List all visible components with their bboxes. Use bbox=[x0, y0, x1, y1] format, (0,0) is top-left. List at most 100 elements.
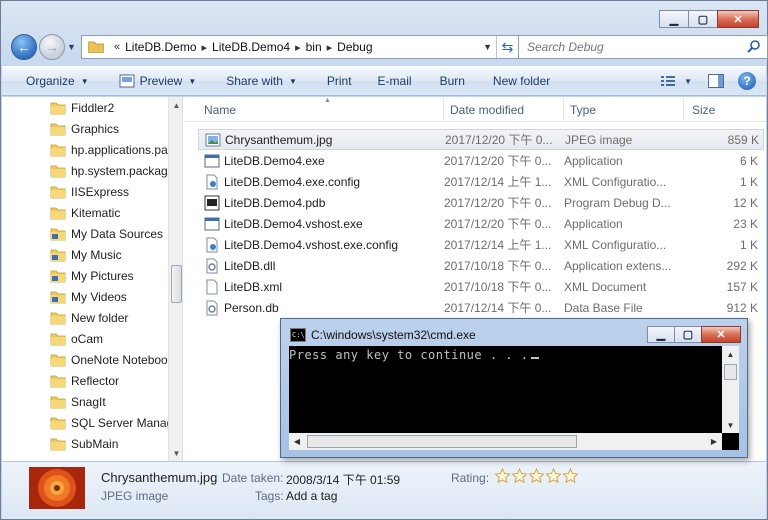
date-taken-value[interactable]: 2008/3/14 下午 01:59 bbox=[286, 471, 400, 488]
maximize-button[interactable]: ▢ bbox=[688, 10, 718, 28]
nav-item[interactable]: Fiddler2 bbox=[2, 97, 168, 118]
breadcrumb-separator-icon[interactable]: ▸ bbox=[290, 41, 306, 54]
breadcrumb-separator-icon[interactable]: ▸ bbox=[322, 41, 338, 54]
star-icon[interactable] bbox=[545, 468, 562, 484]
file-name-cell: LiteDB.Demo4.vshost.exe.config bbox=[198, 237, 444, 253]
print-button[interactable]: Print bbox=[307, 66, 362, 96]
refresh-icon: ⇆ bbox=[501, 38, 514, 55]
file-name: LiteDB.Demo4.vshost.exe.config bbox=[224, 237, 399, 252]
nav-item[interactable]: Graphics bbox=[2, 118, 168, 139]
file-row[interactable]: Chrysanthemum.jpg 2017/12/20 下午 0... JPEG … bbox=[198, 129, 764, 150]
file-size-cell: 1 K bbox=[739, 174, 758, 189]
nav-item[interactable]: My Data Sources bbox=[2, 223, 168, 244]
search-box[interactable] bbox=[518, 35, 768, 59]
scroll-down-icon[interactable]: ▼ bbox=[722, 417, 739, 433]
address-bar[interactable]: « LiteDB.Demo ▸ LiteDB.Demo4 ▸ bin ▸ Deb… bbox=[81, 35, 519, 59]
star-icon[interactable] bbox=[528, 468, 545, 484]
file-row[interactable]: LiteDB.Demo4.vshost.exe 2017/12/20 下午 0..… bbox=[198, 213, 764, 234]
nav-item[interactable]: Kitematic bbox=[2, 202, 168, 223]
nav-item[interactable]: New folder bbox=[2, 307, 168, 328]
scroll-up-icon[interactable]: ▲ bbox=[169, 97, 182, 113]
file-size-cell: 157 K bbox=[726, 279, 758, 294]
column-header-type[interactable]: Type bbox=[564, 97, 684, 122]
star-icon[interactable] bbox=[511, 468, 528, 484]
column-header-name[interactable]: Name ▲ bbox=[184, 97, 444, 122]
file-date-cell: 2017/12/14 下午 0... bbox=[444, 301, 552, 315]
forward-button[interactable]: → bbox=[39, 34, 65, 60]
email-button[interactable]: E-mail bbox=[362, 66, 422, 96]
nav-item-label: oCam bbox=[71, 331, 104, 346]
file-row[interactable]: LiteDB.Demo4.pdb 2017/12/20 下午 0... Progra… bbox=[198, 192, 764, 213]
breadcrumb-separator-icon[interactable]: ▸ bbox=[197, 41, 213, 54]
scroll-thumb[interactable] bbox=[171, 265, 182, 303]
file-row[interactable]: LiteDB.Demo4.vshost.exe.config 2017/12/14… bbox=[198, 234, 764, 255]
address-row: ← → ▼ « LiteDB.Demo ▸ LiteDB.Demo4 ▸ bin… bbox=[9, 34, 768, 60]
nav-item[interactable]: hp.applications.pa bbox=[2, 139, 168, 160]
file-type-cell: Application bbox=[564, 216, 623, 231]
preview-pane-icon[interactable] bbox=[708, 74, 724, 88]
nav-item[interactable]: Reflector bbox=[2, 370, 168, 391]
scroll-down-icon[interactable]: ▼ bbox=[169, 445, 182, 461]
file-row[interactable]: LiteDB.xml 2017/10/18 下午 0... XML Document… bbox=[198, 276, 764, 297]
scroll-thumb[interactable] bbox=[724, 364, 737, 380]
file-row[interactable]: LiteDB.Demo4.exe.config 2017/12/14 上午 1..… bbox=[198, 171, 764, 192]
column-header-date[interactable]: Date modified bbox=[444, 97, 564, 122]
console-output: Press any key to continue . . . bbox=[289, 348, 540, 362]
scroll-right-icon[interactable]: ▶ bbox=[706, 433, 722, 450]
star-icon[interactable] bbox=[494, 468, 511, 484]
share-with-button[interactable]: Share with ▼ bbox=[206, 66, 307, 96]
breadcrumb-overflow[interactable]: « bbox=[109, 41, 125, 53]
nav-item[interactable]: My Pictures bbox=[2, 265, 168, 286]
nav-item[interactable]: IISExpress bbox=[2, 181, 168, 202]
breadcrumb-item[interactable]: Debug bbox=[337, 40, 372, 54]
column-header-size[interactable]: Size bbox=[684, 97, 766, 122]
console-area[interactable]: Press any key to continue . . . ▲ ▼ ◀ ▶ bbox=[289, 346, 739, 450]
new-folder-button[interactable]: New folder bbox=[475, 66, 560, 96]
file-rows: Chrysanthemum.jpg 2017/12/20 下午 0... JPEG … bbox=[198, 129, 764, 318]
cmd-minimize-button[interactable]: ▁ bbox=[647, 326, 675, 343]
organize-button[interactable]: Organize ▼ bbox=[2, 66, 99, 96]
nav-item[interactable]: SnagIt bbox=[2, 391, 168, 412]
cmd-maximize-button[interactable]: ▢ bbox=[674, 326, 702, 343]
nav-item[interactable]: OneNote Noteboo bbox=[2, 349, 168, 370]
nav-item[interactable]: oCam bbox=[2, 328, 168, 349]
scroll-thumb[interactable] bbox=[307, 435, 577, 448]
nav-item[interactable]: My Music bbox=[2, 244, 168, 265]
nav-item[interactable]: SQL Server Manag bbox=[2, 412, 168, 433]
view-dropdown-arrow-icon[interactable]: ▼ bbox=[684, 77, 692, 86]
recent-pages-dropdown[interactable]: ▼ bbox=[67, 42, 76, 52]
nav-scrollbar[interactable]: ▲ ▼ bbox=[168, 97, 182, 461]
file-size-cell: 12 K bbox=[733, 195, 758, 210]
search-icon[interactable] bbox=[747, 39, 761, 53]
rating-stars[interactable] bbox=[494, 468, 579, 484]
help-icon[interactable]: ? bbox=[738, 72, 756, 90]
change-view-button[interactable]: ▼ bbox=[660, 74, 692, 88]
star-icon[interactable] bbox=[562, 468, 579, 484]
burn-button[interactable]: Burn bbox=[422, 66, 475, 96]
file-row[interactable]: LiteDB.dll 2017/10/18 下午 0... Application … bbox=[198, 255, 764, 276]
file-row[interactable]: Person.db 2017/12/14 下午 0... Data Base Fil… bbox=[198, 297, 764, 318]
close-button[interactable]: ✕ bbox=[717, 10, 759, 28]
console-horizontal-scrollbar[interactable]: ◀ ▶ bbox=[289, 433, 722, 450]
file-row[interactable]: LiteDB.Demo4.exe 2017/12/20 下午 0... Applic… bbox=[198, 150, 764, 171]
minimize-button[interactable]: ▁ bbox=[659, 10, 689, 28]
scroll-up-icon[interactable]: ▲ bbox=[722, 346, 739, 362]
breadcrumb-item[interactable]: bin bbox=[306, 40, 322, 54]
nav-item[interactable]: SubMain bbox=[2, 433, 168, 454]
column-headers: Name ▲ Date modified Type Size bbox=[184, 97, 766, 122]
column-header-date-label: Date modified bbox=[450, 102, 525, 117]
address-dropdown-icon[interactable]: ▼ bbox=[483, 42, 492, 52]
nav-item[interactable]: hp.system.packag bbox=[2, 160, 168, 181]
breadcrumb-item[interactable]: LiteDB.Demo4 bbox=[212, 40, 290, 54]
scroll-left-icon[interactable]: ◀ bbox=[289, 433, 305, 450]
refresh-button[interactable]: ⇆ bbox=[496, 36, 518, 58]
details-pane: Chrysanthemum.jpg JPEG image Date taken:… bbox=[2, 461, 766, 519]
preview-button[interactable]: Preview ▼ bbox=[99, 66, 207, 96]
nav-item[interactable]: My Videos bbox=[2, 286, 168, 307]
search-input[interactable] bbox=[527, 40, 727, 54]
console-vertical-scrollbar[interactable]: ▲ ▼ bbox=[722, 346, 739, 433]
back-button[interactable]: ← bbox=[11, 34, 37, 60]
breadcrumb-item[interactable]: LiteDB.Demo bbox=[125, 40, 196, 54]
cmd-close-button[interactable]: ✕ bbox=[701, 326, 741, 343]
tags-value[interactable]: Add a tag bbox=[286, 489, 337, 503]
